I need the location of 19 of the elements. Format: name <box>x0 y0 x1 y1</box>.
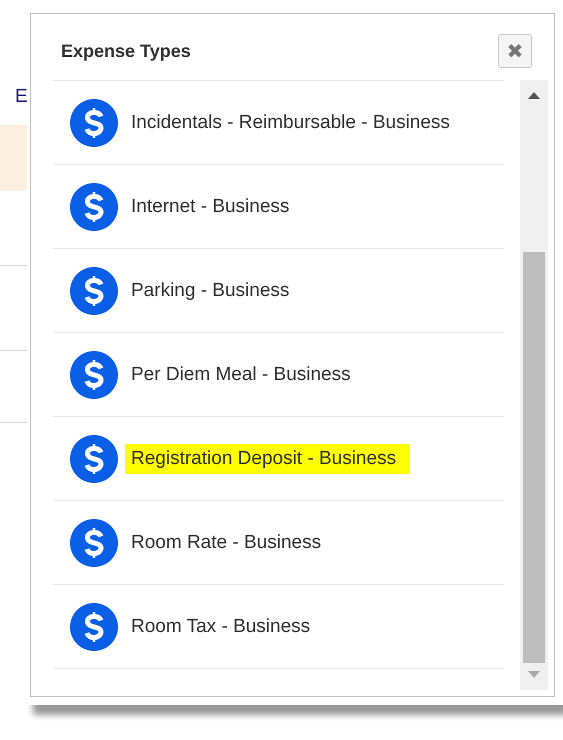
dollar-icon <box>70 602 118 650</box>
close-button[interactable]: ✖ <box>498 34 532 68</box>
dollar-icon <box>70 98 118 146</box>
expense-type-item[interactable]: Per Diem Meal - Business <box>131 360 365 390</box>
dialog-title: Expense Types <box>61 40 191 62</box>
row-background <box>0 125 27 191</box>
expense-type-item[interactable]: Internet - Business <box>131 192 304 222</box>
expense-type-item[interactable]: Room Rate - Business <box>131 528 336 558</box>
dollar-icon <box>70 518 118 566</box>
expense-type-item[interactable]: Parking - Business <box>131 276 304 306</box>
dollar-icon <box>70 266 118 314</box>
page-text: E <box>15 86 28 108</box>
expense-type-item[interactable]: Room Tax - Business <box>131 612 324 642</box>
scrollbar[interactable] <box>520 80 548 690</box>
dollar-icon <box>70 434 118 482</box>
expense-type-item[interactable]: Registration Deposit - Business <box>125 444 410 474</box>
dollar-icon <box>70 182 118 230</box>
dollar-icon <box>70 350 118 398</box>
expense-type-item[interactable]: Incidentals - Reimbursable - Business <box>131 108 464 138</box>
